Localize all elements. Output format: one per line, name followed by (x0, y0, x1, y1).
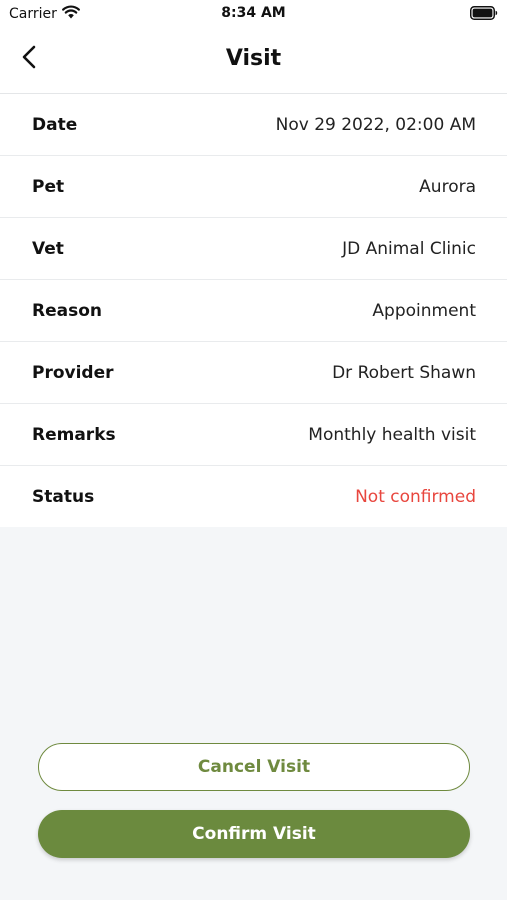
detail-row-date: Date Nov 29 2022, 02:00 AM (0, 94, 507, 156)
detail-label: Remarks (32, 424, 116, 445)
detail-row-provider: Provider Dr Robert Shawn (0, 342, 507, 404)
detail-label: Status (32, 486, 95, 507)
detail-row-remarks: Remarks Monthly health visit (0, 404, 507, 466)
detail-label: Reason (32, 300, 102, 321)
detail-label: Pet (32, 176, 65, 197)
detail-value: Aurora (419, 176, 476, 197)
detail-row-status: Status Not confirmed (0, 466, 507, 527)
detail-row-vet: Vet JD Animal Clinic (0, 218, 507, 280)
visit-details-list: Date Nov 29 2022, 02:00 AM Pet Aurora Ve… (0, 94, 507, 527)
detail-label: Provider (32, 362, 114, 383)
navigation-bar: Visit (0, 28, 507, 94)
clock: 8:34 AM (221, 5, 286, 21)
cancel-visit-button[interactable]: Cancel Visit (38, 743, 470, 791)
battery-icon (470, 6, 498, 24)
detail-value: Dr Robert Shawn (332, 362, 476, 383)
detail-value: JD Animal Clinic (342, 238, 476, 259)
detail-label: Date (32, 114, 78, 135)
detail-row-reason: Reason Appoinment (0, 280, 507, 342)
page-title: Visit (225, 46, 282, 71)
status-bar: Carrier 8:34 AM (0, 0, 507, 28)
detail-value: Monthly health visit (308, 424, 476, 445)
confirm-visit-button[interactable]: Confirm Visit (38, 810, 470, 858)
detail-row-pet: Pet Aurora (0, 156, 507, 218)
detail-label: Vet (32, 238, 64, 259)
detail-value: Appoinment (372, 300, 476, 321)
detail-value: Nov 29 2022, 02:00 AM (275, 114, 476, 135)
status-badge: Not confirmed (355, 486, 476, 507)
